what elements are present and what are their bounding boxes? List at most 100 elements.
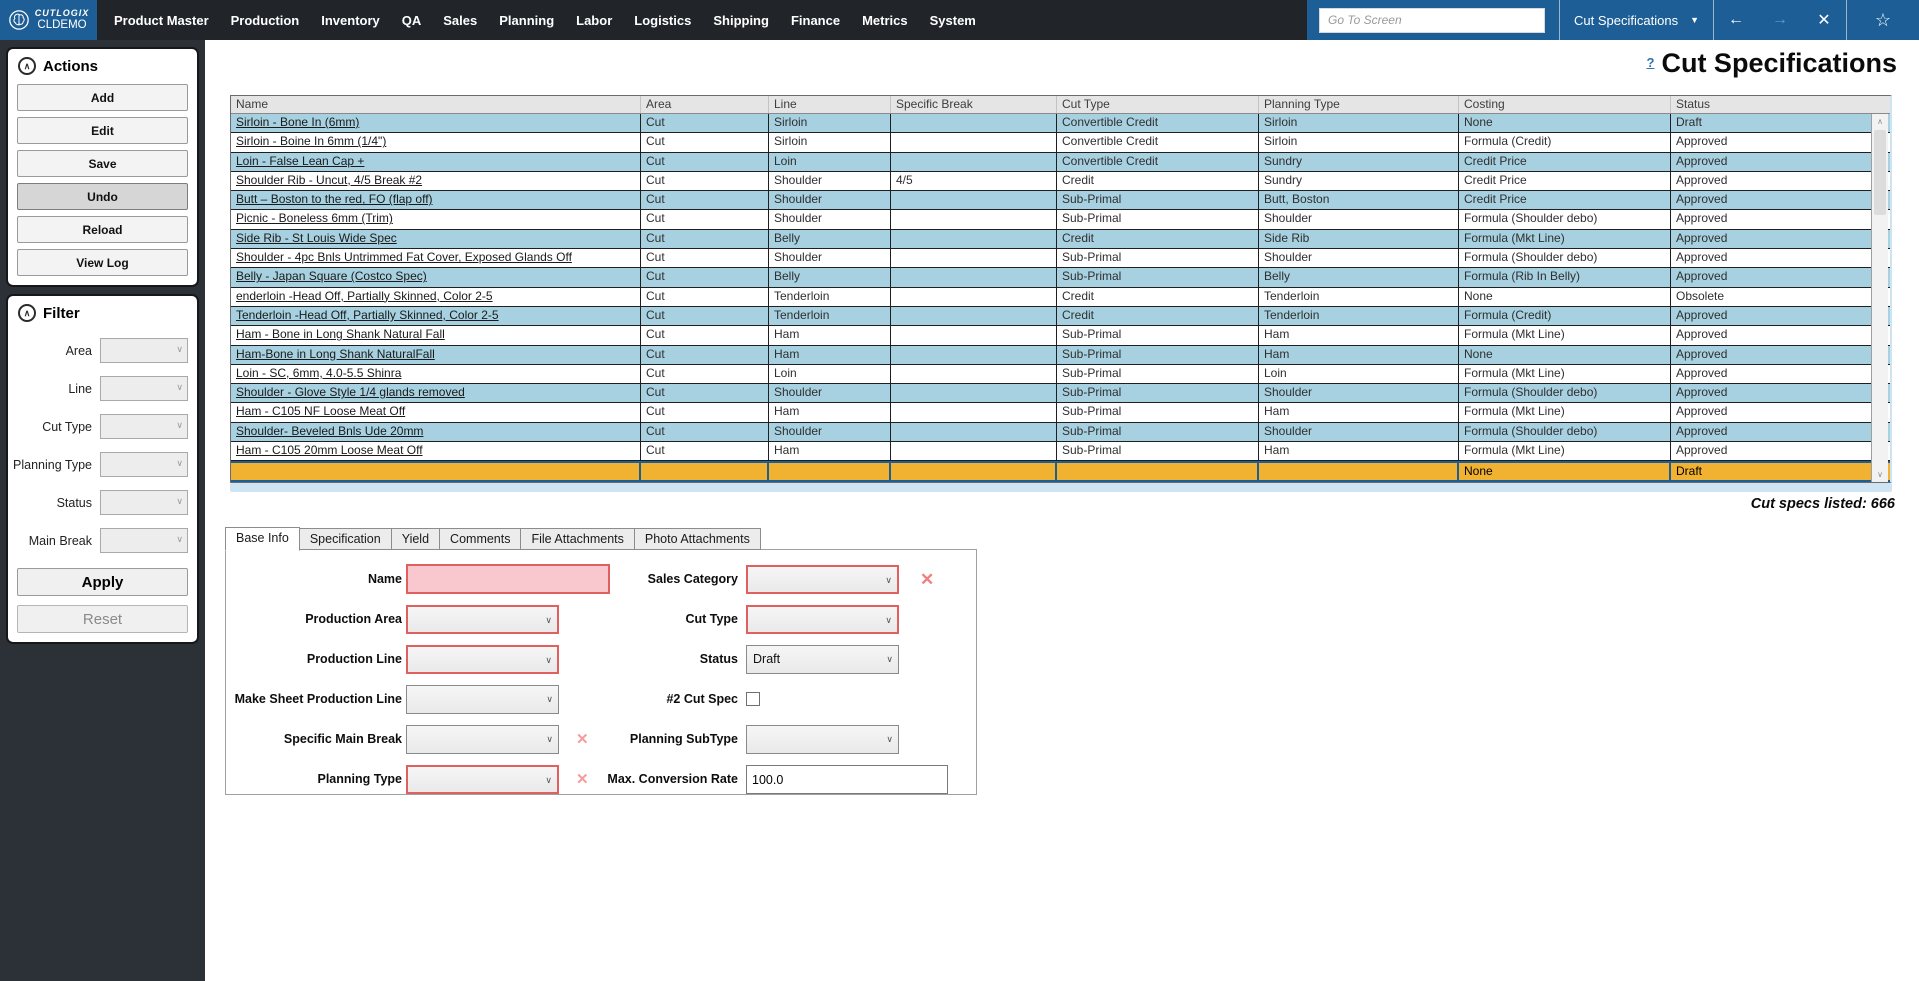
table-row[interactable]: Ham - C105 20mm Loose Meat Off Cut Ham Sub-… (231, 442, 1890, 462)
menu-item-logistics[interactable]: Logistics (623, 0, 702, 40)
column-header-cut-type[interactable]: Cut Type (1057, 96, 1259, 113)
table-row[interactable]: enderloin -Head Off, Partially Skinned, … (231, 287, 1890, 307)
column-header-costing[interactable]: Costing (1459, 96, 1671, 113)
table-row[interactable]: Ham - Bone in Long Shank Natural Fall Cut… (231, 326, 1890, 346)
filter-dropdown-planning-type[interactable]: ∨ (100, 452, 188, 477)
production-line-select[interactable]: ∨ (406, 645, 559, 674)
column-header-status[interactable]: Status (1671, 96, 1873, 113)
filter-row-line: Line ∨ (8, 376, 188, 401)
apply-button[interactable]: Apply (17, 568, 188, 596)
planning-subtype-label: Planning SubType (629, 732, 738, 746)
table-row[interactable]: Ham-Bone in Long Shank NaturalFall Cut Ham… (231, 345, 1890, 365)
tab-comments[interactable]: Comments (440, 528, 522, 550)
table-row[interactable]: Butt – Boston to the red, FO (flap off) C… (231, 191, 1890, 211)
status-select[interactable]: Draft ∨ (746, 645, 899, 674)
cell-cut-type: Sub-Primal (1057, 326, 1259, 345)
filter-dropdown-main-break[interactable]: ∨ (100, 528, 188, 553)
horizontal-scrollbar[interactable] (230, 483, 1892, 492)
table-row[interactable]: Picnic - Boneless 6mm (Trim) Cut Shoulder S… (231, 210, 1890, 230)
undo-button[interactable]: Undo (17, 183, 188, 210)
menu-item-planning[interactable]: Planning (488, 0, 565, 40)
menu-item-qa[interactable]: QA (391, 0, 433, 40)
table-row[interactable]: Shoulder - Glove Style 1/4 glands remove… (231, 384, 1890, 404)
view-log-button[interactable]: View Log (17, 249, 188, 276)
cell-specific-break (891, 384, 1057, 403)
save-button[interactable]: Save (17, 150, 188, 177)
menu-item-inventory[interactable]: Inventory (310, 0, 391, 40)
table-row[interactable]: Loin - SC, 6mm, 4.0-5.5 Shinra Cut Loin Sub… (231, 364, 1890, 385)
table-row[interactable]: Loin - False Lean Cap + Cut Loin Convertibl… (231, 152, 1890, 172)
tab-file-attachments[interactable]: File Attachments (521, 528, 635, 550)
menu-item-system[interactable]: System (919, 0, 987, 40)
scroll-down-icon[interactable]: ∨ (1872, 467, 1888, 482)
filter-dropdown-cut-type[interactable]: ∨ (100, 414, 188, 439)
scroll-up-icon[interactable]: ∧ (1872, 114, 1888, 129)
go-to-screen-input[interactable] (1319, 7, 1546, 33)
specific-main-break-select[interactable]: ∨ (406, 725, 559, 754)
edit-button[interactable]: Edit (17, 117, 188, 144)
planning-type-select[interactable]: ∨ (406, 765, 559, 794)
column-header-planning-type[interactable]: Planning Type (1259, 96, 1459, 113)
menu-item-product-master[interactable]: Product Master (103, 0, 220, 40)
reload-button[interactable]: Reload (17, 216, 188, 243)
favorite-star-icon[interactable]: ☆ (1847, 10, 1919, 31)
menu-item-labor[interactable]: Labor (565, 0, 623, 40)
max-conversion-rate-input[interactable] (746, 765, 948, 794)
table-row[interactable]: Shoulder - 4pc Bnls Untrimmed Fat Cover,… (231, 249, 1890, 269)
column-header-line[interactable]: Line (769, 96, 891, 113)
cell-cut-type: Sub-Primal (1057, 268, 1259, 287)
menu-item-shipping[interactable]: Shipping (702, 0, 780, 40)
vertical-scrollbar[interactable]: ∧ ∨ (1871, 114, 1888, 483)
chevron-down-icon: ∨ (886, 654, 893, 664)
column-header-area[interactable]: Area (641, 96, 769, 113)
add-button[interactable]: Add (17, 84, 188, 111)
cell-cut-type: Sub-Primal (1057, 364, 1259, 384)
table-row[interactable]: Sirloin - Boine In 6mm (1/4") Cut Sirloin C… (231, 133, 1890, 153)
screen-select-dropdown[interactable]: Cut Specifications ▼ (1560, 13, 1713, 28)
tab-base-info[interactable]: Base Info (225, 527, 300, 551)
filter-dropdown-status[interactable]: ∨ (100, 490, 188, 515)
cell-planning-type: Shoulder (1259, 422, 1459, 442)
planning-subtype-select[interactable]: ∨ (746, 725, 899, 754)
collapse-up-icon[interactable]: ∧ (18, 57, 36, 75)
scrollbar-thumb[interactable] (1874, 130, 1886, 215)
help-link[interactable]: ? (1647, 55, 1655, 70)
tab-photo-attachments[interactable]: Photo Attachments (634, 528, 761, 550)
menu-item-finance[interactable]: Finance (780, 0, 851, 40)
table-row[interactable]: Ham - C105 NF Loose Meat Off Cut Ham Sub-Pr… (231, 403, 1890, 423)
table-row[interactable]: Sirloin - Bone In (6mm) Cut Sirloin Convert… (231, 114, 1890, 134)
chevron-down-icon: ∨ (176, 344, 183, 354)
forward-icon[interactable]: → (1758, 11, 1802, 29)
menu-item-metrics[interactable]: Metrics (851, 0, 919, 40)
cell-status: Draft (1676, 464, 1703, 479)
cell-area: Cut (641, 364, 769, 384)
column-header-specific-break[interactable]: Specific Break (891, 96, 1057, 113)
filter-dropdown-line[interactable]: ∨ (100, 376, 188, 401)
cut-type-select[interactable]: ∨ (746, 605, 899, 634)
column-header-name[interactable]: Name (231, 96, 641, 113)
make-sheet-production-line-select[interactable]: ∨ (406, 685, 559, 714)
table-row[interactable]: Belly - Japan Square (Costco Spec) Cut Bel… (231, 268, 1890, 288)
production-area-select[interactable]: ∨ (406, 605, 559, 634)
cell-status: Approved (1676, 443, 1728, 458)
back-icon[interactable]: ← (1714, 11, 1758, 29)
clear-sales-category-icon[interactable]: ✕ (920, 571, 934, 588)
table-row[interactable]: Side Rib - St Louis Wide Spec Cut Belly Cre… (231, 229, 1890, 250)
reset-button[interactable]: Reset (17, 605, 188, 633)
table-row-new[interactable]: None Draft (231, 461, 1890, 483)
table-row[interactable]: Shoulder Rib - Uncut, 4/5 Break #2 Cut Sho… (231, 171, 1890, 192)
table-row[interactable]: Shoulder- Beveled Bnls Ude 20mm Cut Should… (231, 422, 1890, 443)
cell-specific-break (891, 422, 1057, 442)
sales-category-select[interactable]: ∨ (746, 565, 899, 594)
cut-spec-2-checkbox[interactable] (746, 692, 760, 706)
actions-buttons: Add Edit Save Undo Reload View Log (8, 84, 197, 276)
table-row[interactable]: Tenderloin -Head Off, Partially Skinned,… (231, 306, 1890, 327)
close-icon[interactable]: ✕ (1802, 10, 1846, 30)
tab-yield[interactable]: Yield (391, 528, 441, 550)
cell-specific-break (891, 403, 1057, 422)
filter-dropdown-area[interactable]: ∨ (100, 338, 188, 363)
menu-item-sales[interactable]: Sales (432, 0, 488, 40)
tab-specification[interactable]: Specification (299, 528, 392, 550)
menu-item-production[interactable]: Production (220, 0, 311, 40)
collapse-up-icon[interactable]: ∧ (18, 304, 36, 322)
